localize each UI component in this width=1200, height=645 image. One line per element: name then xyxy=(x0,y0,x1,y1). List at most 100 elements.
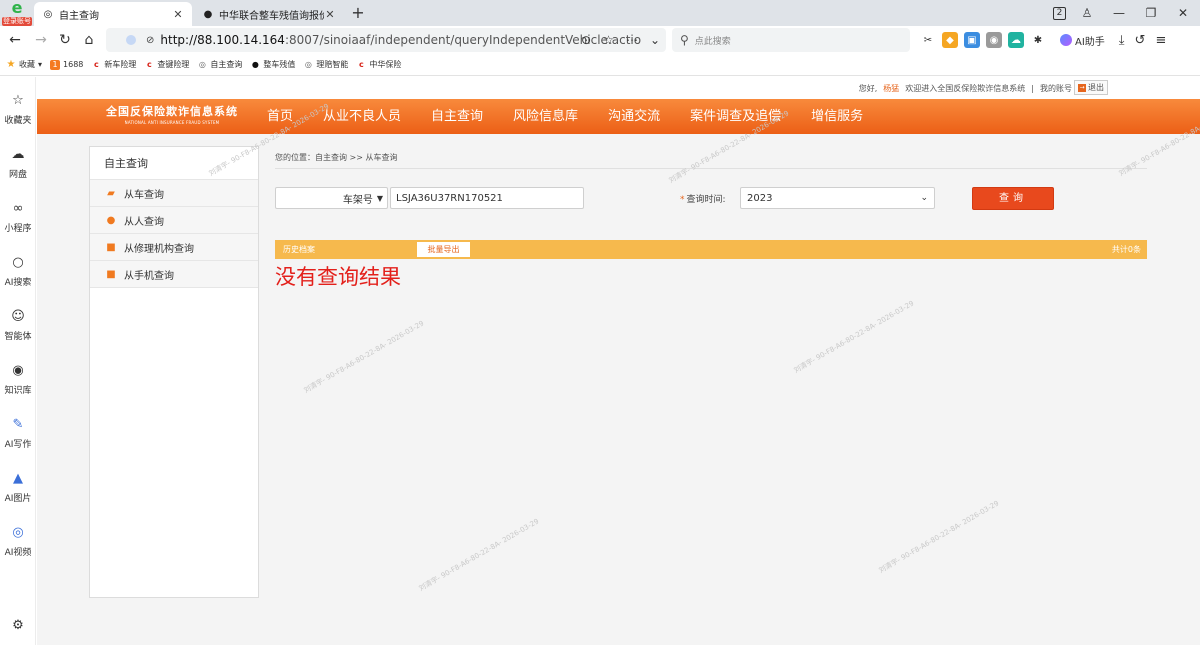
close-icon[interactable]: ✕ xyxy=(324,8,336,21)
translate-icon[interactable]: ▣ xyxy=(964,32,980,48)
globe-icon: ◎ xyxy=(304,60,312,69)
sidebar-item-cloud-drive[interactable]: ☁ 网盘 xyxy=(0,147,36,180)
tab-active[interactable]: ◎ 自主查询 ✕ xyxy=(34,2,192,26)
search-icon: ⚲ xyxy=(680,33,689,47)
reload-icon[interactable]: ↻ xyxy=(55,30,75,50)
undo-icon[interactable]: ↺ xyxy=(1135,33,1146,48)
ai-helper-button[interactable]: AI助手 xyxy=(1060,33,1105,48)
site-logo[interactable]: 全国反保险欺诈信息系统 NATIONAL ANTI INSURANCE FRAU… xyxy=(97,104,247,130)
puzzle-icon[interactable]: ✱ xyxy=(1030,32,1046,48)
address-bar-row: ← → ↻ ⌂ ⊘ http://88.100.14.164:8007/sino… xyxy=(0,26,1200,54)
insecure-icon[interactable]: ⊘ xyxy=(146,35,154,46)
gear-icon: ⚙ xyxy=(12,618,24,633)
nav-case-investigation[interactable]: 案件调查及追偿 xyxy=(675,99,796,134)
bookmark-star-icon[interactable]: ☆ xyxy=(603,33,614,47)
person-icon: ● xyxy=(106,214,116,226)
bookmark-self-query[interactable]: ◎ 自主查询 xyxy=(197,59,243,70)
nav-home[interactable]: 首页 xyxy=(259,99,308,134)
welcome-text: 欢迎进入全国反保险欺诈信息系统 xyxy=(905,84,1026,93)
minimize-icon[interactable]: — xyxy=(1108,3,1130,23)
side-item-phone-query[interactable]: ■ 从手机查询 xyxy=(90,261,258,288)
sidebar-label: 小程序 xyxy=(4,224,32,234)
sidebar-item-ai-image[interactable]: ▲ AI图片 xyxy=(0,471,36,504)
extension-icon[interactable]: ◉ xyxy=(986,32,1002,48)
car-icon: ▰ xyxy=(107,187,115,199)
logo-title: 全国反保险欺诈信息系统 xyxy=(106,105,238,118)
cic-icon: c xyxy=(359,60,364,69)
bookmark-vehicle-residual[interactable]: ● 整车残值 xyxy=(250,59,296,70)
download-icon[interactable]: ⤓ xyxy=(1119,33,1125,48)
side-item-label: 从修理机构查询 xyxy=(124,243,194,255)
nav-bad-practitioners[interactable]: 从业不良人员 xyxy=(308,99,416,134)
tab-inactive[interactable]: ● 中华联合整车残值询报价公司 ✕ xyxy=(194,2,344,26)
cic-icon: c xyxy=(147,60,152,69)
chevron-down-icon[interactable]: ⌄ xyxy=(650,33,660,47)
new-tab-button[interactable]: + xyxy=(348,3,368,23)
bookmark-check-claim[interactable]: c 查键险理 xyxy=(144,59,189,70)
sidebar-label: AI视频 xyxy=(4,548,32,558)
fox-icon[interactable]: ◆ xyxy=(942,32,958,48)
nav-credit-service[interactable]: 增信服务 xyxy=(796,99,878,134)
location-icon[interactable]: ⊙ xyxy=(581,33,591,47)
bookmark-china-insurance[interactable]: c 中华保险 xyxy=(356,59,401,70)
history-tab[interactable]: 历史档案 xyxy=(283,244,315,255)
query-time-label: * 查询时间: xyxy=(680,192,726,205)
bookmark-smart-claim[interactable]: ◎ 理赔智能 xyxy=(303,59,349,70)
bookmark-1688[interactable]: 1 1688 xyxy=(50,59,83,70)
sidebar-item-ai-writing[interactable]: ✎ AI写作 xyxy=(0,417,36,450)
back-icon[interactable]: ← xyxy=(5,30,25,50)
menu-icon[interactable]: ≡ xyxy=(1155,33,1166,48)
cloud-icon[interactable]: ☁ xyxy=(1008,32,1024,48)
cic-icon: c xyxy=(94,60,99,69)
side-item-person-query[interactable]: ● 从人查询 xyxy=(90,207,258,234)
search-box[interactable]: ⚲ 点此搜索 xyxy=(672,28,910,52)
star-icon: ☆ xyxy=(12,93,24,108)
sidebar-item-ai-search[interactable]: ○ AI搜索 xyxy=(0,255,36,288)
globe-icon: ◎ xyxy=(198,60,206,69)
scissors-icon[interactable]: ✂ xyxy=(920,32,936,48)
my-account-link[interactable]: 我的账号 xyxy=(1040,83,1072,94)
forward-icon[interactable]: → xyxy=(31,30,51,50)
sidebar-item-knowledge-base[interactable]: ◉ 知识库 xyxy=(0,363,36,396)
sidebar-item-mini-program[interactable]: ∞ 小程序 xyxy=(0,201,36,234)
tab-count-icon[interactable]: 2 xyxy=(1053,6,1066,20)
side-item-repair-shop-query[interactable]: ■ 从修理机构查询 xyxy=(90,234,258,261)
query-year-select[interactable]: 2023 ⌄ xyxy=(740,187,935,209)
logout-button[interactable]: → 退出 xyxy=(1074,80,1108,95)
batch-export-button[interactable]: 批量导出 xyxy=(417,242,470,257)
bookmark-favorites[interactable]: ★ 收藏 ▾ xyxy=(6,59,43,70)
sidebar-item-ai-video[interactable]: ◎ AI视频 xyxy=(0,525,36,558)
bookmark-new-car-claim[interactable]: c 新车险理 xyxy=(91,59,136,70)
vin-input[interactable] xyxy=(390,187,584,209)
sidebar-label: 收藏夹 xyxy=(4,116,32,126)
sidebar-label: AI图片 xyxy=(4,494,32,504)
nav-risk-database[interactable]: 风险信息库 xyxy=(498,99,593,134)
more-icon[interactable]: ⋯ xyxy=(626,33,638,47)
nav-self-query[interactable]: 自主查询 xyxy=(416,99,498,134)
link-icon: ∞ xyxy=(12,201,24,216)
restore-icon[interactable]: ❐ xyxy=(1140,3,1162,23)
search-placeholder: 点此搜索 xyxy=(694,36,731,47)
query-button[interactable]: 查询 xyxy=(972,187,1054,210)
shirt-icon[interactable]: ♙ xyxy=(1076,3,1098,23)
nav-communication[interactable]: 沟通交流 xyxy=(593,99,675,134)
login-badge[interactable]: 登录账号 xyxy=(2,17,32,26)
shop-icon: ■ xyxy=(106,241,116,253)
required-mark: * xyxy=(680,195,685,205)
side-item-label: 从车查询 xyxy=(124,189,164,201)
logout-icon: → xyxy=(1078,83,1086,92)
side-item-label: 从人查询 xyxy=(124,216,164,228)
home-icon[interactable]: ⌂ xyxy=(79,30,99,50)
shield-icon xyxy=(126,35,136,45)
sidebar-item-favorites[interactable]: ☆ 收藏夹 xyxy=(0,93,36,126)
query-type-select[interactable]: 车架号 ▼ xyxy=(275,187,388,209)
sidebar-settings[interactable]: ⚙ xyxy=(0,618,36,638)
sidebar-item-agent[interactable]: ☺ 智能体 xyxy=(0,309,36,342)
agent-icon: ☺ xyxy=(11,309,25,324)
side-item-vehicle-query[interactable]: ▰ 从车查询 xyxy=(90,180,258,207)
close-icon[interactable]: ✕ xyxy=(172,8,184,21)
browser-tab-bar: e 登录账号 ◎ 自主查询 ✕ ● 中华联合整车残值询报价公司 ✕ + 2 ♙ … xyxy=(0,0,1200,26)
close-window-icon[interactable]: ✕ xyxy=(1172,3,1194,23)
url-bar[interactable]: ⊘ http://88.100.14.164:8007/sinoiaaf/ind… xyxy=(106,28,666,52)
browser-logo[interactable]: e 登录账号 xyxy=(2,0,32,26)
